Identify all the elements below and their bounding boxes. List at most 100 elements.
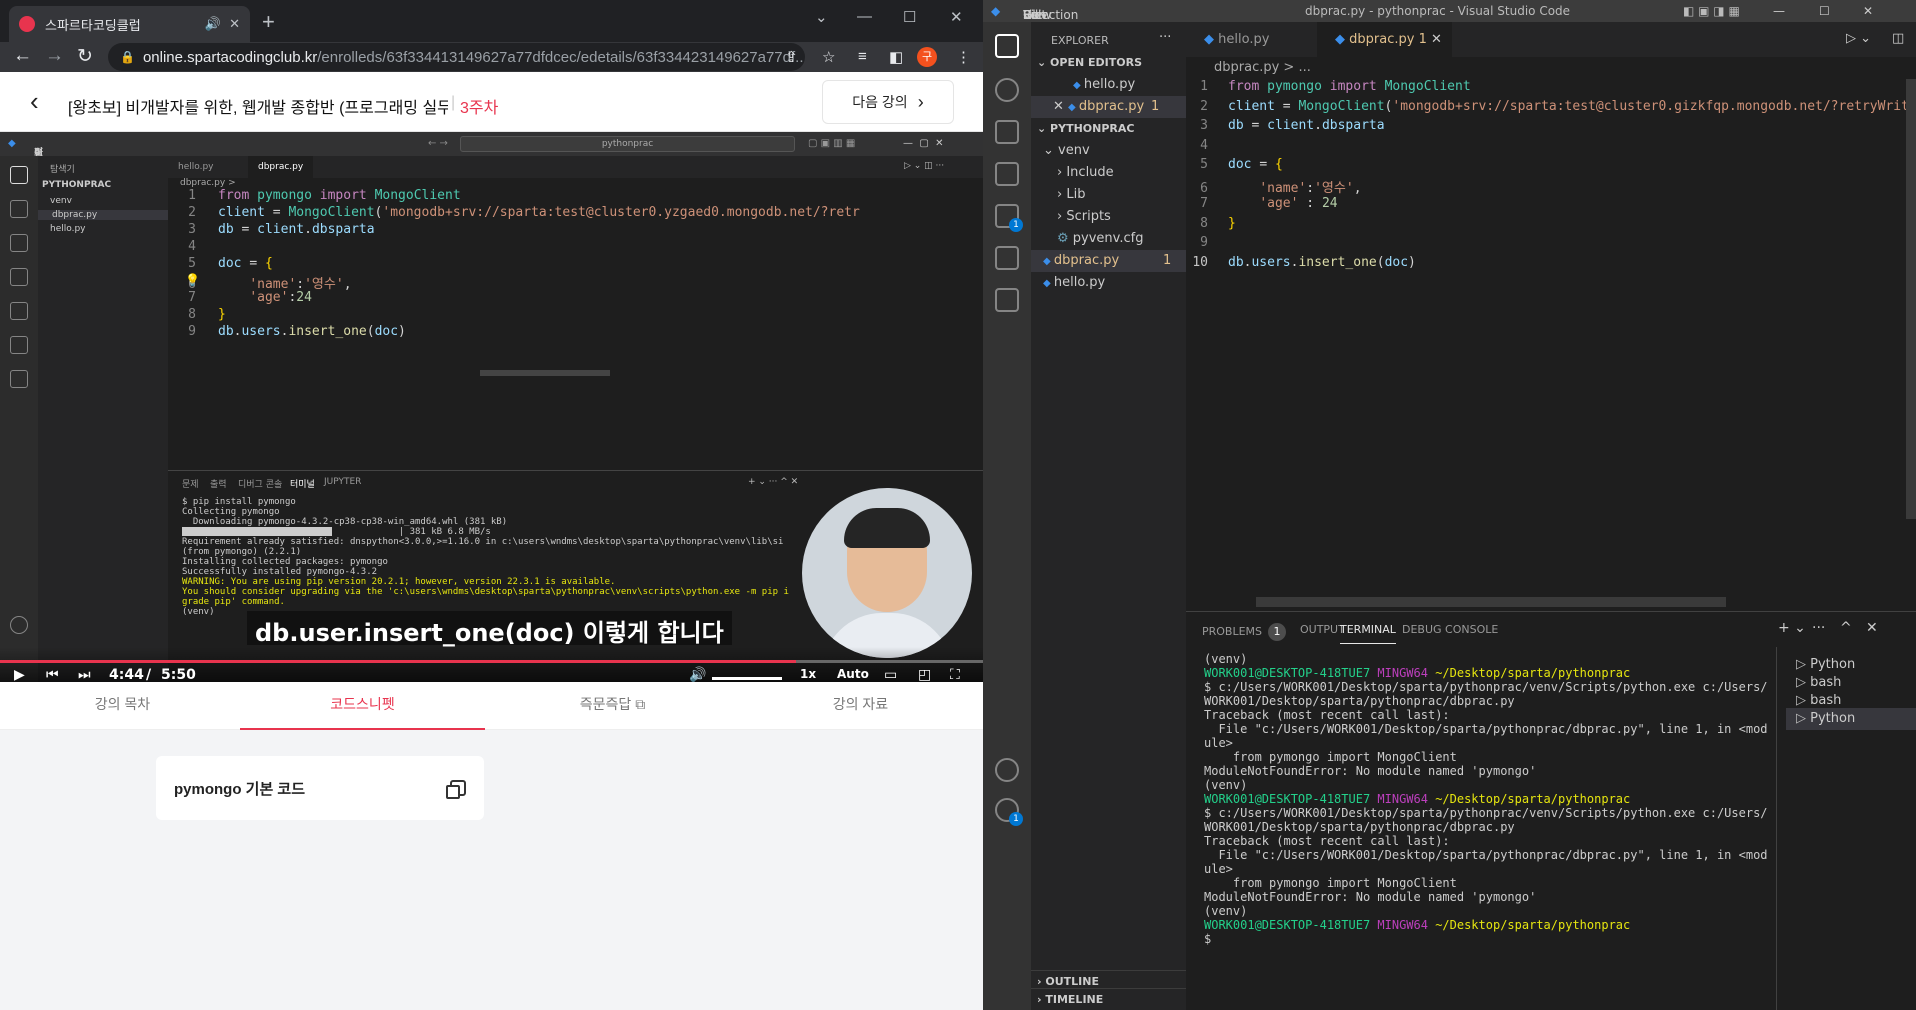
tree-item-hello-py[interactable]: ◆ hello.py: [1031, 272, 1186, 294]
terminal-line: ule>: [1204, 736, 1233, 750]
forward-arrow-icon[interactable]: →: [45, 45, 64, 67]
back-arrow-icon[interactable]: ←: [13, 45, 32, 67]
tab-lecture-materials[interactable]: 강의 자료: [738, 682, 983, 730]
reading-list-icon[interactable]: ≡: [858, 48, 867, 65]
new-terminal-icon[interactable]: + ⌄: [1778, 620, 1806, 636]
panel-more-icon[interactable]: ···: [1812, 620, 1825, 636]
explorer-more-icon[interactable]: ···: [1159, 30, 1171, 45]
tree-item-scripts[interactable]: › Scripts: [1031, 206, 1186, 228]
outline-label: OUTLINE: [1045, 975, 1099, 988]
side-panel-icon[interactable]: ◧: [889, 48, 903, 66]
code-token: client: [218, 205, 273, 220]
skip-forward-icon[interactable]: ⏭: [78, 667, 91, 682]
timeline-label: TIMELINE: [1045, 993, 1104, 1006]
terminal-token: (venv): [1204, 652, 1248, 666]
close-window-icon[interactable]: ✕: [950, 8, 963, 26]
new-tab-icon[interactable]: +: [262, 9, 275, 35]
tree-item-include[interactable]: › Include: [1031, 162, 1186, 184]
video-panel-actions-icon: + ⌄ ··· ^ ✕: [748, 477, 799, 487]
tab-problems[interactable]: PROBLEMS 1: [1202, 623, 1287, 641]
picture-in-picture-icon[interactable]: ◰: [918, 667, 931, 682]
editor-vertical-scrollbar[interactable]: [1906, 79, 1916, 519]
next-lecture-label: 다음 강의: [852, 94, 908, 110]
code-token: doc: [1384, 254, 1409, 270]
vscode-maximize-icon[interactable]: ☐: [1819, 4, 1830, 18]
terminal-icon: ▷: [1796, 657, 1811, 672]
testing-icon[interactable]: [995, 246, 1019, 270]
editor-tab-dbprac[interactable]: ◆ dbprac.py 1 ✕: [1317, 22, 1452, 57]
video-player[interactable]: ◆ 파일(F)편집(E)선택 영역(S)보기(V)이동(G)실행(R)터미널(T…: [0, 132, 983, 682]
project-section[interactable]: ⌄ PYTHONPRAC: [1031, 118, 1186, 140]
open-editors-section[interactable]: ⌄ OPEN EDITORS: [1031, 52, 1186, 74]
chevron-left-icon[interactable]: ‹: [30, 86, 39, 117]
address-bar[interactable]: 🔒 online.spartacodingclub.kr /enrolleds/…: [108, 43, 805, 71]
rewind-icon[interactable]: ⏮: [46, 667, 59, 682]
minimize-icon[interactable]: —: [857, 8, 872, 25]
video-quality[interactable]: Auto: [837, 667, 869, 681]
volume-icon[interactable]: 🔊: [689, 667, 706, 682]
tab-terminal[interactable]: TERMINAL: [1340, 623, 1396, 644]
vscode-close-icon[interactable]: ✕: [1863, 4, 1873, 18]
video-progress-bar[interactable]: [0, 660, 983, 663]
search-icon[interactable]: [995, 78, 1019, 102]
layout-toggle-icons[interactable]: ◧ ▣ ◨ ▦: [1683, 4, 1740, 18]
spartacoding-favicon-icon: [19, 16, 35, 32]
reload-icon[interactable]: ↻: [77, 45, 93, 68]
volume-slider[interactable]: [712, 677, 782, 680]
browser-tab[interactable]: 스파르타코딩클럽 🔊 ✕: [9, 6, 250, 42]
browser-toolbar: ← → ↻ 🔒 online.spartacodingclub.kr /enro…: [0, 42, 983, 72]
tree-item-pyvenv-cfg[interactable]: ⚙ pyvenv.cfg: [1031, 228, 1186, 250]
share-icon[interactable]: ⇪: [785, 48, 798, 66]
tree-item-dbprac-py[interactable]: ◆ dbprac.py 1: [1031, 250, 1186, 272]
tab-instant-qna[interactable]: 즉문즉답 ⧉: [490, 682, 735, 730]
desktop: 스파르타코딩클럽 🔊 ✕ + ⌄ — ☐ ✕ ← → ↻ 🔒 online.sp…: [0, 0, 1916, 1010]
tab-search-icon[interactable]: ⌄: [815, 8, 828, 26]
subtitles-icon[interactable]: ▭: [884, 667, 897, 682]
profile-avatar[interactable]: 구: [917, 47, 937, 67]
menu-item-6[interactable]: ···: [1023, 8, 1034, 22]
code-token: insert_one: [288, 324, 367, 339]
run-python-file-icon[interactable]: ▷ ⌄: [1846, 31, 1871, 46]
source-control-icon[interactable]: [995, 120, 1019, 144]
tab-lecture-contents[interactable]: 강의 목차: [0, 682, 245, 730]
vscode-minimize-icon[interactable]: —: [1773, 4, 1785, 18]
open-editor-item[interactable]: ◆ hello.py: [1031, 74, 1186, 96]
code-line: 5 doc = {: [168, 256, 273, 273]
tab-output[interactable]: OUTPUT: [1300, 623, 1345, 636]
code-line: 3 db = client.dbsparta: [168, 222, 374, 239]
terminal-instance[interactable]: ▷ Python: [1786, 708, 1916, 730]
close-icon[interactable]: ✕: [1053, 99, 1068, 114]
copy-icon[interactable]: [446, 780, 466, 799]
browser-menu-icon[interactable]: ⋮: [956, 48, 971, 66]
editor-horizontal-scrollbar[interactable]: [1256, 597, 1726, 607]
tab-close-icon[interactable]: ✕: [1431, 32, 1442, 47]
playback-speed[interactable]: 1x: [800, 667, 816, 681]
close-panel-icon[interactable]: ✕: [1866, 620, 1878, 636]
run-debug-icon[interactable]: [995, 162, 1019, 186]
tab-close-icon[interactable]: ✕: [229, 16, 240, 32]
open-editor-item[interactable]: ✕ ◆ dbprac.py 1: [1031, 96, 1186, 118]
account-icon[interactable]: [995, 758, 1019, 782]
notebook-icon[interactable]: [995, 288, 1019, 312]
next-lecture-button[interactable]: 다음 강의 ›: [822, 80, 954, 124]
tab-code-snippet[interactable]: 코드스니펫: [240, 682, 485, 730]
maximize-panel-icon[interactable]: ^: [1840, 620, 1852, 636]
video-explorer-sidebar: 탐색기 PYTHONPRAC venv dbprac.py hello.py: [38, 156, 168, 682]
editor-breadcrumb: dbprac.py > ...: [1214, 60, 1311, 75]
tab-debug-console[interactable]: DEBUG CONSOLE: [1402, 623, 1498, 636]
fullscreen-icon[interactable]: ⛶: [950, 667, 960, 682]
tree-item-lib[interactable]: › Lib: [1031, 184, 1186, 206]
speaker-icon[interactable]: 🔊: [205, 16, 221, 32]
bookmark-star-icon[interactable]: ☆: [822, 48, 835, 66]
play-icon[interactable]: ▶: [14, 667, 25, 682]
snippet-card[interactable]: pymongo 기본 코드: [156, 756, 484, 820]
maximize-icon[interactable]: ☐: [903, 8, 916, 26]
tree-item-venv[interactable]: ⌄ venv: [1031, 140, 1186, 162]
split-editor-icon[interactable]: ◫: [1892, 31, 1904, 46]
video-menu-item-7[interactable]: ···: [34, 144, 44, 155]
video-terminal-line: Collecting pymongo: [182, 507, 280, 517]
explorer-icon[interactable]: [995, 34, 1019, 58]
timeline-section[interactable]: › TIMELINE: [1031, 988, 1186, 1010]
code-editor[interactable]: 1 from pymongo import MongoClient 2 client …: [1186, 79, 1916, 599]
editor-tab-hello[interactable]: ◆ hello.py: [1186, 22, 1316, 57]
